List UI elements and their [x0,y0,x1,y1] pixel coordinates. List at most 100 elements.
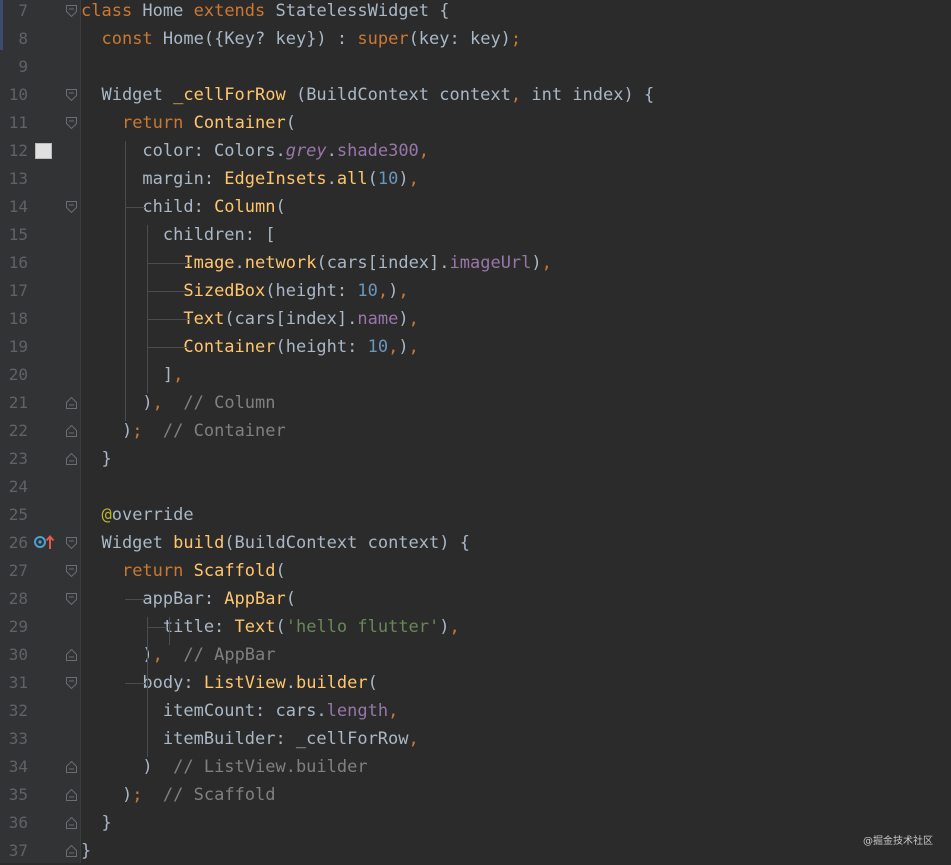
line-number[interactable]: 31 [0,669,28,697]
code-line[interactable]: 9 [0,53,951,81]
code-line[interactable]: 30 ), // AppBar [0,641,951,669]
line-number[interactable]: 32 [0,697,28,725]
code-line[interactable]: 22 ); // Container [0,417,951,445]
fold-icon[interactable] [66,789,77,801]
code-line[interactable]: 12 color: Colors.grey.shade300, [0,137,951,165]
fold-icon[interactable] [66,817,77,829]
line-number[interactable]: 30 [0,641,28,669]
fold-icon[interactable] [66,89,77,101]
color-swatch-icon[interactable] [35,143,52,159]
fold-icon[interactable] [66,453,77,465]
line-code[interactable]: child: Column( [81,193,285,221]
fold-icon[interactable] [66,117,77,129]
line-code[interactable]: children: [ [81,221,276,249]
line-code[interactable]: @override [81,501,193,529]
code-line[interactable]: 7 class Home extends StatelessWidget { [0,0,951,25]
line-code[interactable]: class Home extends StatelessWidget { [81,0,450,25]
line-code[interactable]: } [81,809,111,837]
fold-icon[interactable] [66,397,77,409]
fold-icon[interactable] [66,537,77,549]
line-code[interactable]: Container(height: 10,), [81,333,418,361]
fold-icon[interactable] [66,425,77,437]
code-line[interactable]: 19 Container(height: 10,), [0,333,951,361]
line-number[interactable]: 35 [0,781,28,809]
fold-icon[interactable] [66,761,77,773]
code-line[interactable]: 32 itemCount: cars.length, [0,697,951,725]
fold-icon[interactable] [66,649,77,661]
line-code[interactable]: } [81,445,111,473]
line-number[interactable]: 19 [0,333,28,361]
code-line[interactable]: 18 Text(cars[index].name), [0,305,951,333]
line-number[interactable]: 29 [0,613,28,641]
line-number[interactable]: 24 [0,473,28,501]
line-code[interactable]: appBar: AppBar( [81,585,296,613]
line-number[interactable]: 22 [0,417,28,445]
line-number[interactable]: 18 [0,305,28,333]
fold-icon[interactable] [66,593,77,605]
line-code[interactable]: color: Colors.grey.shade300, [81,137,429,165]
fold-icon[interactable] [66,5,77,17]
line-number[interactable]: 34 [0,753,28,781]
line-code[interactable]: ], [81,361,184,389]
line-number[interactable]: 25 [0,501,28,529]
code-line[interactable]: 29 title: Text('hello flutter'), [0,613,951,641]
line-number[interactable]: 9 [0,53,28,81]
line-code[interactable]: const Home({Key? key}) : super(key: key)… [81,25,521,53]
line-code[interactable]: SizedBox(height: 10,), [81,277,408,305]
line-code[interactable]: } [81,837,91,865]
code-line[interactable]: 20 ], [0,361,951,389]
code-line[interactable]: 33 itemBuilder: _cellForRow, [0,725,951,753]
line-number[interactable]: 27 [0,557,28,585]
line-code[interactable]: itemCount: cars.length, [81,697,398,725]
code-line[interactable]: 11 return Container( [0,109,951,137]
override-method-icon[interactable] [34,534,56,550]
code-line[interactable]: 15 children: [ [0,221,951,249]
line-code[interactable]: return Container( [81,109,296,137]
code-line[interactable]: 34 ) // ListView.builder [0,753,951,781]
line-code[interactable]: ) // ListView.builder [81,753,367,781]
code-line[interactable]: 24 [0,473,951,501]
fold-icon[interactable] [66,201,77,213]
code-line[interactable]: 36 } [0,809,951,837]
line-code[interactable]: title: Text('hello flutter'), [81,613,460,641]
code-line[interactable]: 10 Widget _cellForRow (BuildContext cont… [0,81,951,109]
code-line[interactable]: 13 margin: EdgeInsets.all(10), [0,165,951,193]
line-number[interactable]: 11 [0,109,28,137]
line-number[interactable]: 7 [0,0,28,25]
line-number[interactable]: 13 [0,165,28,193]
code-line[interactable]: 26 Widget build(BuildContext context) { [0,529,951,557]
code-line[interactable]: 27 return Scaffold( [0,557,951,585]
line-number[interactable]: 23 [0,445,28,473]
code-line[interactable]: 16 Image.network(cars[index].imageUrl), [0,249,951,277]
fold-icon[interactable] [66,677,77,689]
fold-icon[interactable] [66,565,77,577]
line-number[interactable]: 14 [0,193,28,221]
line-code[interactable]: Widget _cellForRow (BuildContext context… [81,81,654,109]
code-line[interactable]: 35 ); // Scaffold [0,781,951,809]
line-number[interactable]: 21 [0,389,28,417]
line-number[interactable]: 28 [0,585,28,613]
line-number[interactable]: 12 [0,137,28,165]
line-number[interactable]: 20 [0,361,28,389]
line-number[interactable]: 26 [0,529,28,557]
line-number[interactable]: 15 [0,221,28,249]
line-number[interactable]: 36 [0,809,28,837]
line-code[interactable]: Text(cars[index].name), [81,305,418,333]
code-line[interactable]: 17 SizedBox(height: 10,), [0,277,951,305]
line-code[interactable]: itemBuilder: _cellForRow, [81,725,419,753]
line-code[interactable]: margin: EdgeInsets.all(10), [81,165,418,193]
line-code[interactable]: ), // Column [81,389,275,417]
line-number[interactable]: 33 [0,725,28,753]
line-code[interactable]: Widget build(BuildContext context) { [81,529,469,557]
fold-icon[interactable] [66,845,77,857]
code-line[interactable]: 21 ), // Column [0,389,951,417]
code-line[interactable]: 25 @override [0,501,951,529]
line-number[interactable]: 10 [0,81,28,109]
line-code[interactable]: ); // Container [81,417,286,445]
line-code[interactable]: return Scaffold( [81,557,286,585]
code-line[interactable]: 8 const Home({Key? key}) : super(key: ke… [0,25,951,53]
code-line[interactable]: 37} [0,837,951,865]
line-number[interactable]: 16 [0,249,28,277]
line-number[interactable]: 8 [0,25,28,53]
code-line[interactable]: 23 } [0,445,951,473]
